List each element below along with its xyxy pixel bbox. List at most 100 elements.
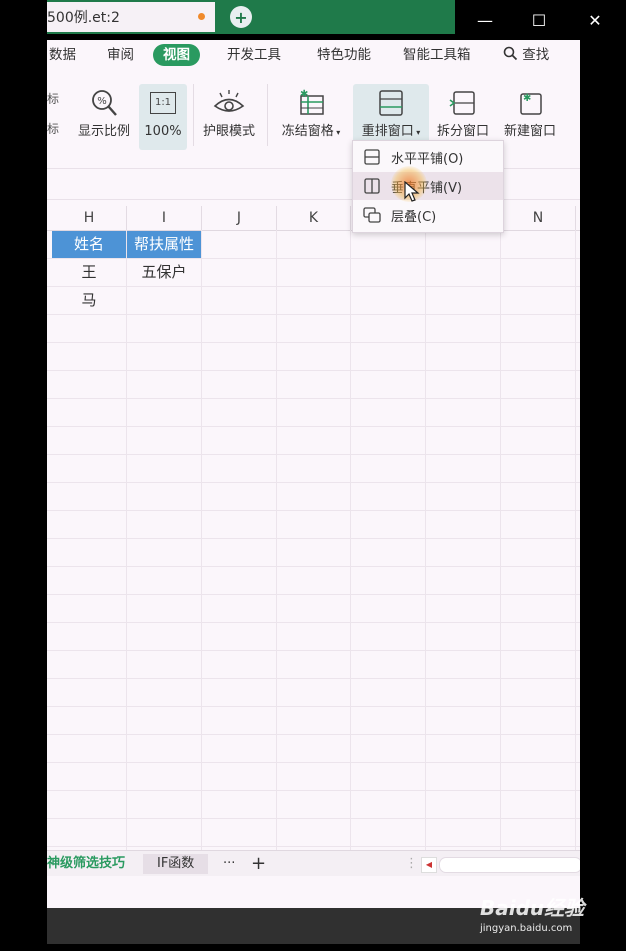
menu-item-horizontal[interactable]: 水平平铺(O) (353, 143, 503, 171)
svg-text:%: % (97, 96, 107, 107)
tab-review[interactable]: 审阅 (107, 44, 134, 66)
grid-line (47, 426, 580, 427)
grid-line (276, 230, 277, 850)
arrange-windows-icon (353, 84, 429, 122)
dropdown-caret-icon: ▾ (333, 128, 341, 137)
menu-item-label: 水平平铺(O) (391, 151, 464, 167)
unsaved-dot-icon (198, 13, 205, 20)
column-header-i[interactable]: I (127, 206, 202, 230)
cell-i2[interactable]: 五保户 (127, 259, 201, 286)
cell-i3[interactable] (127, 287, 201, 314)
column-header-k[interactable]: K (277, 206, 351, 230)
grid-line (575, 230, 576, 850)
document-name: 500例.et:2 (47, 10, 120, 26)
cascade-icon (353, 207, 391, 223)
grid-line (126, 230, 127, 850)
grid-line (47, 342, 580, 343)
grid-line (350, 230, 351, 850)
tab-smart-tools[interactable]: 智能工具箱 (403, 44, 471, 66)
maximize-button[interactable]: ☐ (516, 4, 562, 36)
grid-line (47, 846, 580, 847)
arrange-windows-label: 重排窗口 (361, 124, 414, 139)
column-header-n[interactable]: N (501, 206, 576, 230)
sheet-tab-if[interactable]: IF函数 (143, 854, 209, 874)
new-window-button[interactable]: ✱ 新建窗口 (499, 84, 561, 150)
grid-line (500, 230, 501, 850)
plus-icon: + (234, 7, 248, 27)
sheet-more-button[interactable]: ··· (223, 854, 235, 874)
ribbon-tabs: 数据 审阅 视图 开发工具 特色功能 智能工具箱 查找 (47, 40, 580, 70)
zoom-100-button[interactable]: 1:1 100% (139, 84, 187, 150)
vertical-tile-icon (353, 178, 391, 194)
search-label: 查找 (522, 47, 550, 63)
zoom-ratio-label: 显示比例 (77, 124, 130, 139)
grid-line (47, 594, 580, 595)
new-tab-button[interactable]: + (230, 6, 252, 28)
grid-line (47, 538, 580, 539)
dropdown-caret-icon: ▾ (413, 128, 421, 137)
grid-line (47, 706, 580, 707)
svg-text:✱: ✱ (300, 89, 308, 100)
ribbon-divider (267, 84, 268, 146)
one-to-one-box: 1:1 (150, 92, 176, 114)
tab-data[interactable]: 数据 (49, 44, 76, 66)
new-window-icon: ✱ (499, 84, 561, 122)
minimize-button[interactable]: — (462, 4, 508, 36)
cut-label-1: 标 (47, 92, 60, 106)
close-button[interactable]: ✕ (572, 4, 618, 36)
grid-line (47, 454, 580, 455)
tab-special[interactable]: 特色功能 (317, 44, 371, 66)
grid-line (47, 818, 580, 819)
grid-line (47, 482, 580, 483)
arrange-windows-menu: 水平平铺(O) 垂直平铺(V) 层叠(C) (352, 140, 504, 233)
grid-line (425, 230, 426, 850)
svg-text:✱: ✱ (523, 93, 531, 104)
grid-line (47, 566, 580, 567)
column-header-j[interactable]: J (202, 206, 277, 230)
cut-label-2: 标 (47, 122, 60, 136)
column-header-h[interactable]: H (52, 206, 127, 230)
cell-h3[interactable]: 马 (52, 287, 126, 314)
zoom-100-label: 100% (144, 124, 182, 139)
tab-search[interactable]: 查找 (503, 44, 549, 66)
split-window-icon (433, 84, 493, 122)
grid-line (47, 314, 580, 315)
scroll-left-button[interactable]: ◀ (421, 857, 437, 873)
splitter-handle[interactable]: ⋮ (405, 854, 418, 874)
menu-item-vertical[interactable]: 垂直平铺(V) (353, 172, 503, 200)
eye-icon (199, 84, 259, 122)
cell-h2[interactable]: 王 (52, 259, 126, 286)
grid-line (47, 734, 580, 735)
grid-line (47, 762, 580, 763)
freeze-panes-label: 冻结窗格 (281, 124, 334, 139)
menu-item-label: 层叠(C) (391, 209, 437, 225)
eye-mode-label: 护眼模式 (202, 124, 255, 139)
tab-view[interactable]: 视图 (153, 44, 200, 66)
new-window-label: 新建窗口 (503, 124, 556, 139)
zoom-1to1-icon: 1:1 (139, 84, 187, 122)
sheet-tab-bar: 神级筛选技巧 IF函数 ··· + ⋮ ◀ (47, 850, 580, 877)
watermark-brand: Baidu经验 (480, 896, 585, 920)
freeze-panes-button[interactable]: ✱ 冻结窗格 ▾ (275, 84, 347, 150)
cell-h1[interactable]: 姓名 (52, 231, 126, 258)
grid-line (47, 678, 580, 679)
document-tab[interactable]: 500例.et:2 (47, 2, 215, 32)
add-sheet-button[interactable]: + (251, 854, 266, 874)
menu-item-cascade[interactable]: 层叠(C) (353, 201, 503, 229)
ribbon-divider (193, 84, 194, 146)
grid-line (47, 398, 580, 399)
grid-line (47, 510, 580, 511)
spreadsheet-app: 数据 审阅 视图 开发工具 特色功能 智能工具箱 查找 标 标 % 显示比例 1… (47, 40, 580, 908)
eye-mode-button[interactable]: 护眼模式 (199, 84, 259, 150)
zoom-ratio-button[interactable]: % 显示比例 (75, 84, 133, 150)
horizontal-tile-icon (353, 149, 391, 165)
horizontal-scrollbar[interactable] (439, 857, 580, 873)
sheet-tab-active[interactable]: 神级筛选技巧 (47, 854, 125, 874)
grid-line (201, 230, 202, 850)
zoom-percent-icon: % (75, 84, 133, 122)
freeze-panes-icon: ✱ (275, 84, 347, 122)
mouse-cursor-icon (404, 181, 420, 202)
tab-developer[interactable]: 开发工具 (227, 44, 281, 66)
cell-i1[interactable]: 帮扶属性 (127, 231, 201, 258)
search-icon (503, 46, 518, 61)
